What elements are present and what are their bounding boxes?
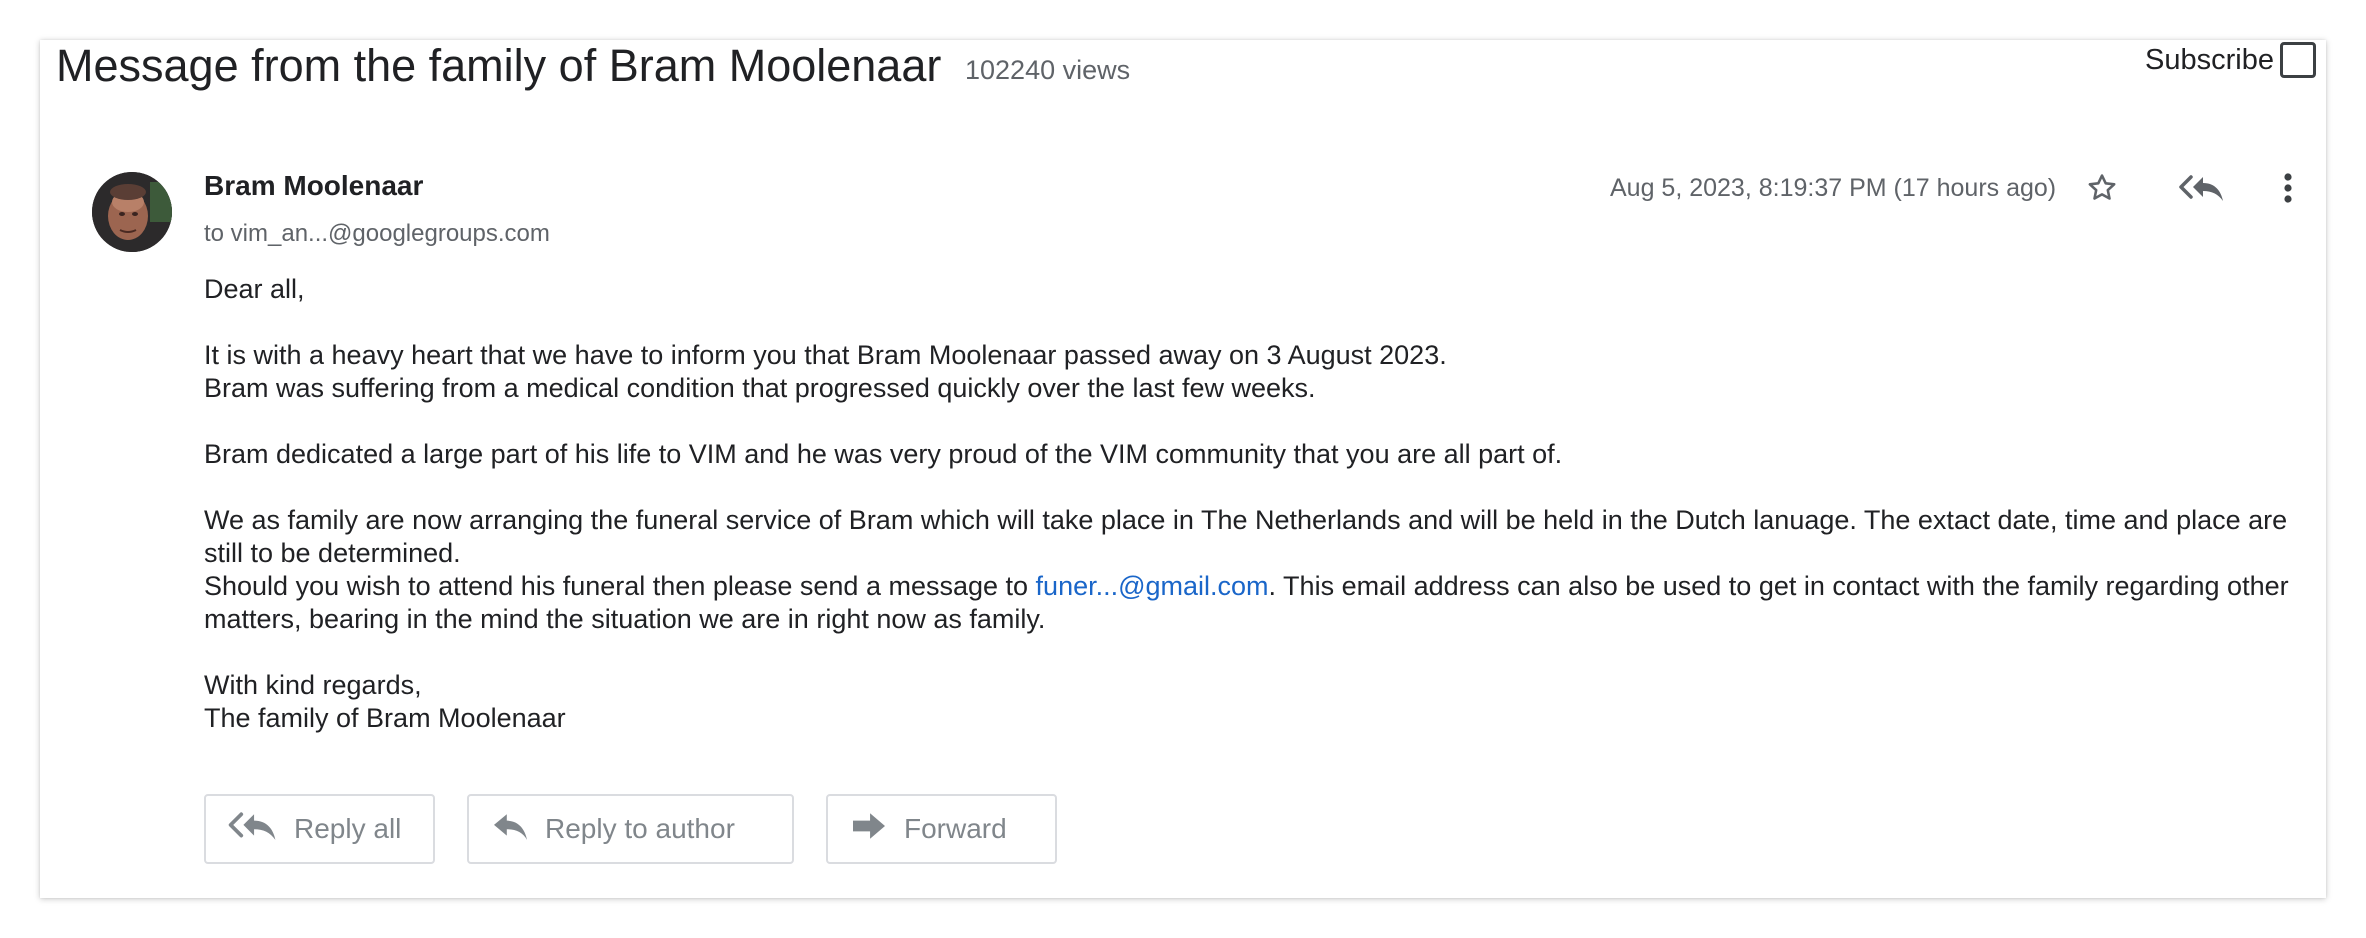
paragraph-2: Bram dedicated a large part of his life … [204,439,1563,469]
greeting: Dear all, [204,274,305,304]
subscribe-checkbox[interactable] [2280,42,2316,78]
star-icon[interactable] [2080,166,2124,210]
paragraph-1-line-2: Bram was suffering from a medical condit… [204,373,1316,403]
reply-all-icon [228,810,278,849]
forward-icon [850,810,888,849]
recipient-line: to vim_an...@googlegroups.com [204,220,550,247]
subscribe-toggle[interactable]: Subscribe [2145,42,2316,78]
paragraph-3-line-2-before: Should you wish to attend his funeral th… [204,571,1036,601]
avatar[interactable] [92,172,172,252]
reply-icon [491,810,529,849]
email-link[interactable]: funer...@gmail.com [1036,571,1269,601]
paragraph-3-line-1: We as family are now arranging the funer… [204,505,2288,568]
thread-title: Message from the family of Bram Moolenaa… [56,40,942,91]
reply-to-author-button[interactable]: Reply to author [467,794,794,864]
subscribe-label: Subscribe [2145,43,2274,76]
closing-line: With kind regards, [204,670,422,700]
message-date: Aug 5, 2023, 8:19:37 PM (17 hours ago) [1610,174,2057,202]
reply-all-button[interactable]: Reply all [204,794,435,864]
message-body: Dear all, It is with a heavy heart that … [204,273,2314,735]
forward-label: Forward [904,813,1007,844]
forward-button[interactable]: Forward [826,794,1057,864]
paragraph-1: It is with a heavy heart that we have to… [204,339,2314,405]
closing: With kind regards, The family of Bram Mo… [204,669,2314,735]
more-vert-icon[interactable] [2278,166,2298,210]
paragraph-1-line-1: It is with a heavy heart that we have to… [204,340,1447,370]
paragraph-3: We as family are now arranging the funer… [204,504,2314,636]
signature: The family of Bram Moolenaar [204,703,566,733]
view-count: 102240 views [965,55,1131,85]
author-name[interactable]: Bram Moolenaar [204,170,423,202]
reply-all-icon[interactable] [2172,166,2232,210]
message-card: Message from the family of Bram Moolenaa… [40,40,2326,898]
reply-to-author-label: Reply to author [545,813,735,844]
reply-all-label: Reply all [294,813,402,844]
